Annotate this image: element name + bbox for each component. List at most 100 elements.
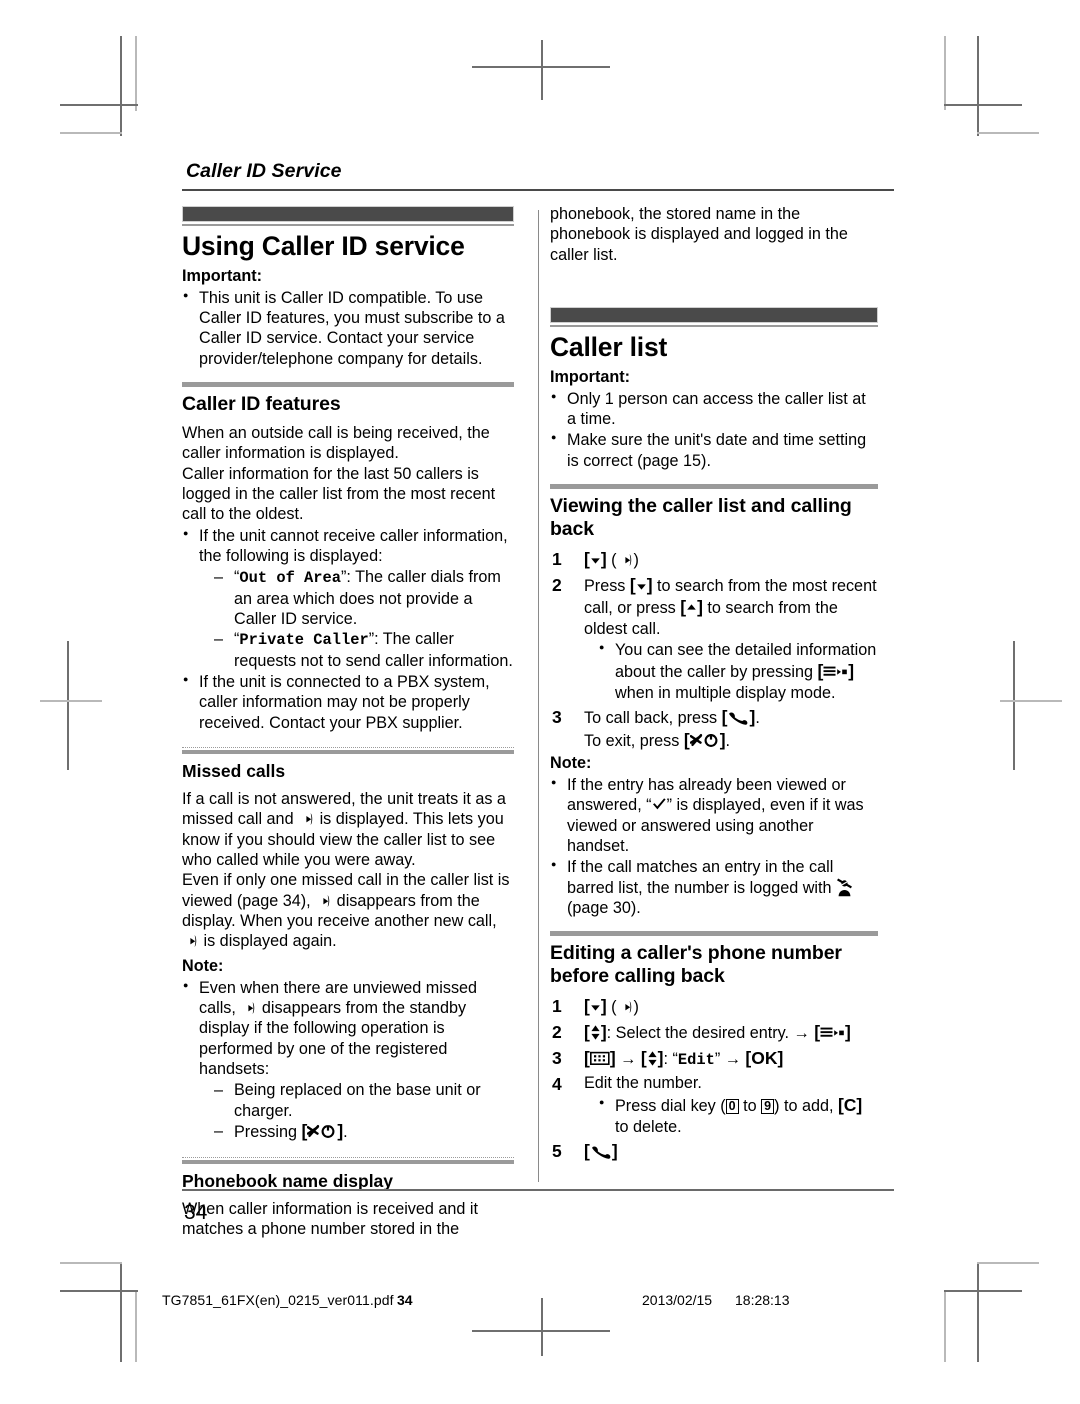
arrow-down-icon [636,575,647,590]
text-fragment: Press dial key ( [615,1096,726,1115]
steps-editing-number: 1 [] () 2 []: Select the desired entry. … [550,995,878,1162]
caller-id-features-bullets: If the unit cannot receive caller inform… [182,525,514,733]
missed-call-icon [616,552,634,566]
clear-key-label: C [843,1094,857,1115]
text-fragment: Edit the number. [584,1074,702,1093]
key-talk: [] [721,706,756,727]
text-fragment: to [738,1096,762,1115]
section-heading-viewing-caller-list: Viewing the caller list and calling back [550,495,852,541]
crop-mark-mid-left-v [67,641,69,770]
step-4: 4 Edit the number. Press dial key (0 to … [550,1073,878,1137]
display-message-list: “Out of Area”: The caller dials from an … [199,567,514,671]
missed-call-icon [616,999,634,1014]
crop-mark-bottom-right-h2 [977,1262,1039,1264]
list-item: “Out of Area”: The caller dials from an … [214,567,514,629]
list-item: If the call matches an entry in the call… [550,856,878,918]
subsection-rule-phonebook-name [182,1159,514,1164]
crop-mark-bottom-left-h2 [60,1262,122,1264]
missed-call-icon [240,1000,257,1014]
list-item: Press dial key (0 to 9) to add, [C] to d… [598,1094,878,1137]
step-1: 1 [] () [550,995,878,1018]
missed-call-icon [182,933,199,948]
call-barred-icon [836,878,853,897]
page-number: 34 [184,1201,208,1224]
missed-call-indicator-paren: () [611,998,639,1017]
missed-call-icon [315,893,332,907]
step-number: 1 [552,549,562,570]
imprint-filename: TG7851_61FX(en)_0215_ver011.pdf [162,1292,394,1308]
running-head-rule [182,189,894,191]
step-3: 3 To call back, press []. To exit, press… [550,706,878,751]
key-down: [] [629,574,653,595]
crop-mark-top-center-h [472,66,610,68]
crop-mark-top-left-h [60,104,138,106]
paragraph: Even if only one missed call in the call… [182,870,514,951]
chapter-title-using-caller-id: Using Caller ID service [182,231,465,261]
step-number: 2 [552,574,562,595]
key-talk: [] [584,1140,618,1161]
paragraph: When caller information is received and … [182,1199,479,1239]
page-content: Caller ID Service Using Caller ID servic… [182,160,894,1238]
step-2-notes: You can see the detailed information abo… [584,639,878,703]
checkmark-icon [652,797,667,811]
crop-mark-bottom-left-h [60,1290,138,1292]
crop-mark-bottom-center-h [472,1330,610,1332]
bullet-text: If the unit cannot receive caller inform… [199,526,508,566]
key-off-power: [] [683,729,726,750]
section-rule-editing-number [550,931,878,937]
crop-mark-top-left-h2 [60,132,122,134]
off-power-key-icon [307,1123,337,1138]
note-list-viewing: If the entry has already been viewed or … [550,774,878,918]
step-number: 3 [552,1047,562,1068]
text-fragment: . [725,731,731,750]
display-code-private-caller: Private Caller [239,631,369,650]
crop-mark-top-right-v2 [944,36,946,110]
key-navigator: [] [640,1047,664,1068]
list-item: This unit is Caller ID compatible. To us… [182,287,514,369]
crop-mark-top-left-v [120,36,122,136]
crop-mark-mid-right-h [1000,700,1062,702]
key-down: [] [584,996,607,1017]
key-menu-select: [] [817,660,855,681]
text-fragment: (page 30). [567,899,641,918]
list-item: “Private Caller”: The caller requests no… [214,629,514,671]
arrow-right-icon: → [620,1049,637,1068]
crop-mark-bottom-center-v [541,1298,543,1356]
list-item: Pressing []. [214,1121,514,1143]
imprint-page: 34 [397,1292,413,1308]
key-navigator: [] [584,1021,607,1042]
dial-key-9: 9 [761,1098,775,1114]
imprint-time: 18:28:13 [735,1292,790,1308]
paragraph-continuation: phonebook, the stored name in the phoneb… [550,205,848,264]
chapter-title-caller-list: Caller list [550,331,668,362]
key-clear: [C] [837,1094,863,1115]
crop-mark-bottom-right-v2 [944,1290,946,1362]
crop-mark-bottom-left-v [120,1262,122,1362]
arrow-right-icon: → [793,1023,810,1042]
missed-call-icon [298,811,315,826]
subsection-dotted-rule-phonebook-name [182,1156,514,1158]
two-column-body: Using Caller ID service Important: This … [182,202,894,1238]
dial-key-0: 0 [725,1098,739,1114]
section-rule-caller-id-features [182,382,514,388]
step-number: 4 [552,1074,562,1095]
left-column: Using Caller ID service Important: This … [182,202,530,1238]
key-up: [] [680,597,703,618]
paragraph: When an outside call is being received, … [182,424,490,463]
arrow-right-icon: → [724,1049,741,1068]
section-heading-editing-number: Editing a caller's phone number before c… [550,942,842,988]
running-head: Caller ID Service [186,160,342,182]
text-fragment: Pressing [234,1122,302,1141]
note-list-missed-calls: Even when there are unviewed missed call… [182,977,514,1143]
section-rule-viewing-caller-list [550,484,878,490]
step-number: 5 [552,1140,562,1161]
list-item: If the unit cannot receive caller inform… [182,525,514,671]
steps-viewing-caller-list: 1 [] () 2 Press [] to search from the mo… [550,548,878,751]
handset-operation-list: Being replaced on the base unit or charg… [199,1080,514,1143]
talk-key-icon [590,1142,612,1159]
text-fragment: to delete. [615,1117,682,1136]
key-down: [] [584,549,607,570]
step-number: 3 [552,706,562,727]
chapter-bar-underline [182,224,514,226]
text-fragment: To call back, press [584,708,722,727]
